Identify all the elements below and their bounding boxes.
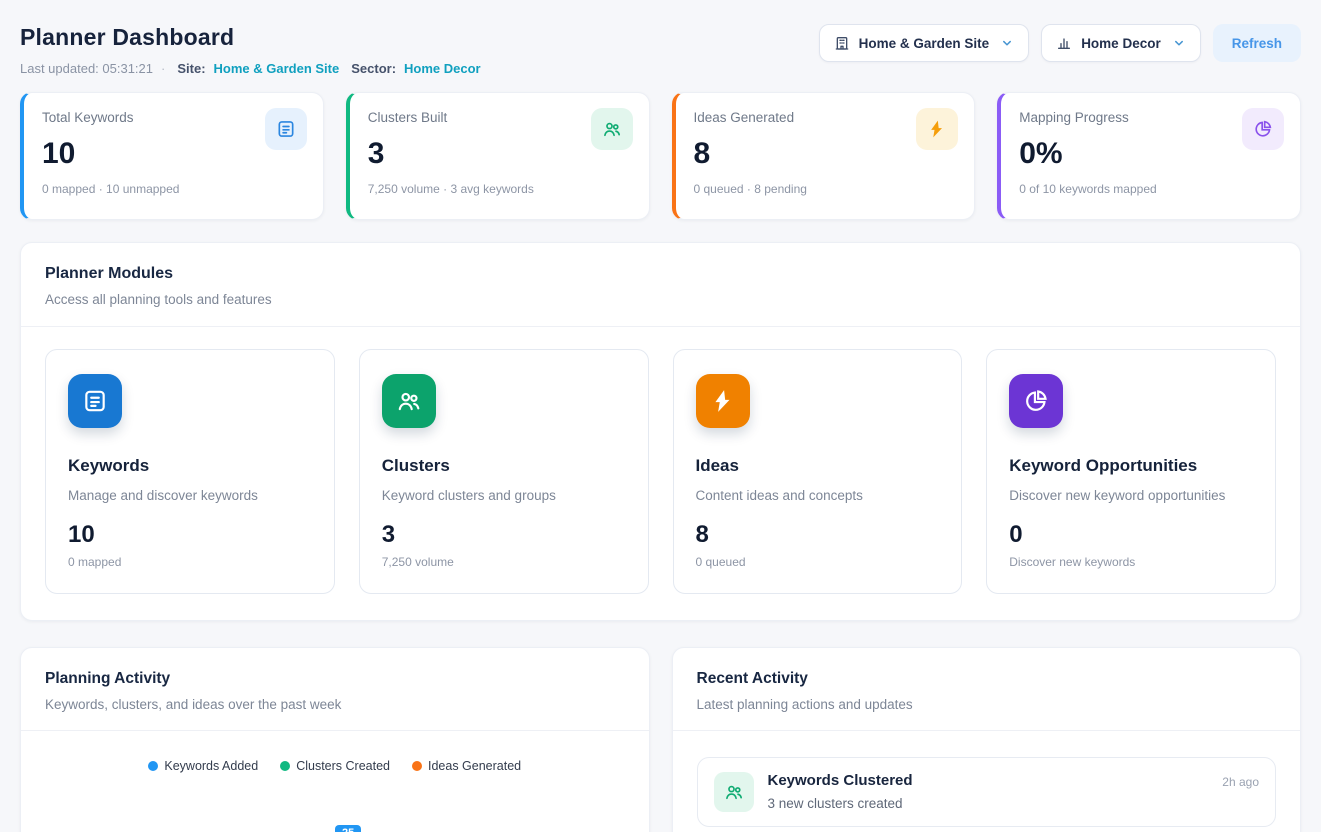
planning-activity-chart: Keywords Added Clusters Created Ideas Ge… <box>21 759 649 832</box>
module-subtext: 0 mapped <box>68 555 312 569</box>
stat-subtext: 0 of 10 keywords mapped <box>1019 182 1282 196</box>
legend-dot <box>280 761 290 771</box>
stat-card-ideas-generated: Ideas Generated 8 0 queued · 8 pending <box>672 92 976 220</box>
stat-card-clusters-built: Clusters Built 3 7,250 volume · 3 avg ke… <box>346 92 650 220</box>
activity-item-keywords-clustered: Keywords Clustered 3 new clusters create… <box>697 757 1277 827</box>
chart-legend: Keywords Added Clusters Created Ideas Ge… <box>21 759 649 773</box>
activity-description: 3 new clusters created <box>768 796 1209 811</box>
activity-item-content: Keywords Clustered 3 new clusters create… <box>768 772 1209 811</box>
planner-modules-header: Planner Modules Access all planning tool… <box>21 243 1300 327</box>
section-title: Planner Modules <box>45 265 1276 283</box>
recent-activity-header: Recent Activity Latest planning actions … <box>673 648 1301 731</box>
panel-subtitle: Keywords, clusters, and ideas over the p… <box>45 697 625 712</box>
stat-label: Clusters Built <box>368 110 448 125</box>
data-point-label: 25 <box>335 825 361 832</box>
panel-title: Planning Activity <box>45 670 625 688</box>
site-selector-dropdown[interactable]: Home & Garden Site <box>819 24 1030 62</box>
bar-chart-icon <box>1056 35 1072 51</box>
module-card-keywords[interactable]: Keywords Manage and discover keywords 10… <box>45 349 335 594</box>
users-icon <box>382 374 436 428</box>
header-controls: Home & Garden Site Home Decor Refresh <box>819 24 1301 62</box>
last-updated-text: Last updated: 05:31:21 <box>20 61 153 76</box>
module-title: Ideas <box>696 456 940 476</box>
bottom-row: Planning Activity Keywords, clusters, an… <box>20 647 1301 832</box>
page-title: Planner Dashboard <box>20 24 481 51</box>
panel-subtitle: Latest planning actions and updates <box>697 697 1277 712</box>
stat-card-total-keywords: Total Keywords 10 0 mapped · 10 unmapped <box>20 92 324 220</box>
module-card-keyword-opportunities[interactable]: Keyword Opportunities Discover new keywo… <box>986 349 1276 594</box>
legend-item-ideas-generated: Ideas Generated <box>412 759 521 773</box>
legend-item-clusters-created: Clusters Created <box>280 759 390 773</box>
lightning-icon <box>916 108 958 150</box>
users-icon <box>591 108 633 150</box>
module-subtext: 0 queued <box>696 555 940 569</box>
module-value: 0 <box>1009 521 1253 549</box>
meta-separator: · <box>161 61 165 76</box>
legend-label: Clusters Created <box>296 759 390 773</box>
module-title: Clusters <box>382 456 626 476</box>
module-value: 3 <box>382 521 626 549</box>
stat-subtext: 7,250 volume · 3 avg keywords <box>368 182 631 196</box>
planner-modules-section: Planner Modules Access all planning tool… <box>20 242 1301 621</box>
chevron-down-icon <box>1000 36 1014 50</box>
legend-dot <box>148 761 158 771</box>
sector-label: Sector: <box>351 61 396 76</box>
module-card-clusters[interactable]: Clusters Keyword clusters and groups 3 7… <box>359 349 649 594</box>
legend-item-keywords-added: Keywords Added <box>148 759 258 773</box>
stat-label: Total Keywords <box>42 110 134 125</box>
site-selector-value: Home & Garden Site <box>859 36 990 51</box>
legend-label: Ideas Generated <box>428 759 521 773</box>
modules-grid: Keywords Manage and discover keywords 10… <box>21 327 1300 620</box>
pie-chart-icon <box>1009 374 1063 428</box>
module-value: 8 <box>696 521 940 549</box>
legend-label: Keywords Added <box>164 759 258 773</box>
recent-activity-panel: Recent Activity Latest planning actions … <box>672 647 1302 832</box>
page-header: Planner Dashboard Last updated: 05:31:21… <box>0 0 1321 76</box>
module-subtext: 7,250 volume <box>382 555 626 569</box>
module-description: Discover new keyword opportunities <box>1009 488 1253 503</box>
module-title: Keywords <box>68 456 312 476</box>
module-description: Keyword clusters and groups <box>382 488 626 503</box>
lightning-icon <box>696 374 750 428</box>
stat-label: Ideas Generated <box>694 110 795 125</box>
sector-selector-value: Home Decor <box>1081 36 1161 51</box>
sector-link[interactable]: Home Decor <box>404 61 481 76</box>
stats-row: Total Keywords 10 0 mapped · 10 unmapped… <box>20 92 1301 220</box>
building-icon <box>834 35 850 51</box>
stat-subtext: 0 queued · 8 pending <box>694 182 957 196</box>
module-title: Keyword Opportunities <box>1009 456 1253 476</box>
stat-subtext: 0 mapped · 10 unmapped <box>42 182 305 196</box>
module-card-ideas[interactable]: Ideas Content ideas and concepts 8 0 que… <box>673 349 963 594</box>
module-value: 10 <box>68 521 312 549</box>
stat-card-mapping-progress: Mapping Progress 0% 0 of 10 keywords map… <box>997 92 1301 220</box>
panel-title: Recent Activity <box>697 670 1277 688</box>
stat-label: Mapping Progress <box>1019 110 1129 125</box>
site-label: Site: <box>177 61 205 76</box>
planning-activity-header: Planning Activity Keywords, clusters, an… <box>21 648 649 731</box>
page-meta: Last updated: 05:31:21 · Site: Home & Ga… <box>20 61 481 76</box>
module-description: Manage and discover keywords <box>68 488 312 503</box>
section-subtitle: Access all planning tools and features <box>45 292 1276 307</box>
activity-title: Keywords Clustered <box>768 772 1209 789</box>
activity-feed: Keywords Clustered 3 new clusters create… <box>673 731 1301 832</box>
users-icon <box>714 772 754 812</box>
sector-selector-dropdown[interactable]: Home Decor <box>1041 24 1201 62</box>
pie-chart-icon <box>1242 108 1284 150</box>
planner-dashboard-page: Planner Dashboard Last updated: 05:31:21… <box>0 0 1321 832</box>
activity-timestamp: 2h ago <box>1222 772 1259 789</box>
document-icon <box>265 108 307 150</box>
chevron-down-icon <box>1172 36 1186 50</box>
legend-dot <box>412 761 422 771</box>
document-icon <box>68 374 122 428</box>
site-link[interactable]: Home & Garden Site <box>214 61 340 76</box>
refresh-button[interactable]: Refresh <box>1213 24 1301 62</box>
header-left: Planner Dashboard Last updated: 05:31:21… <box>20 24 481 76</box>
module-subtext: Discover new keywords <box>1009 555 1253 569</box>
module-description: Content ideas and concepts <box>696 488 940 503</box>
planning-activity-panel: Planning Activity Keywords, clusters, an… <box>20 647 650 832</box>
